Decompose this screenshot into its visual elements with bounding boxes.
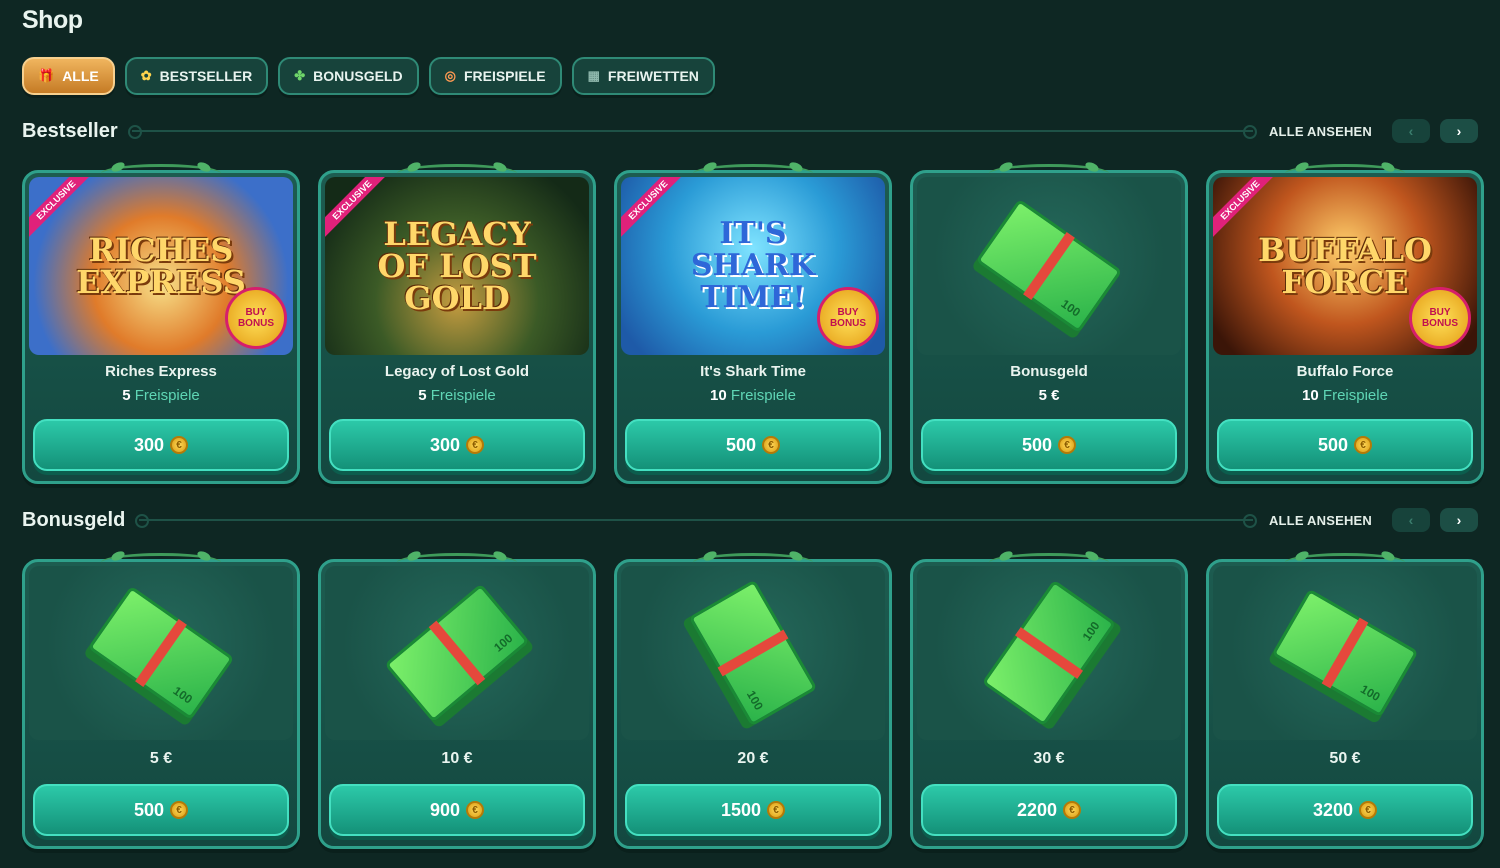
filter-label: ALLE bbox=[62, 68, 99, 84]
product-card[interactable]: 5 € 500€ bbox=[22, 553, 300, 849]
coin-icon: € bbox=[1058, 436, 1077, 454]
coin-icon: € bbox=[1354, 436, 1373, 454]
product-card[interactable]: EXCLUSIVE LEGACY OF LOST GOLD Legacy of … bbox=[318, 164, 596, 484]
filter-alle[interactable]: 🎁 ALLE bbox=[22, 57, 115, 95]
coin-icon: € bbox=[466, 801, 485, 819]
card-reward: 5 Freispiele bbox=[418, 387, 496, 404]
buy-button[interactable]: 2200 € bbox=[921, 784, 1177, 836]
filter-label: FREISPIELE bbox=[463, 68, 546, 84]
card-name: Bonusgeld bbox=[1010, 363, 1088, 380]
product-card[interactable]: EXCLUSIVE IT'S SHARK TIME! BUY BONUS It'… bbox=[614, 164, 892, 484]
buy-button[interactable]: 500 € bbox=[921, 419, 1177, 471]
buy-button[interactable]: 500 € bbox=[1217, 419, 1473, 471]
money-thumbnail bbox=[917, 566, 1181, 740]
card-amount: 10 € bbox=[441, 750, 473, 767]
game-thumbnail: EXCLUSIVE RICHES EXPRESS BUY BONUS bbox=[29, 177, 293, 355]
gift-icon: 🎁 bbox=[38, 68, 55, 83]
money-thumbnail bbox=[325, 566, 589, 740]
filter-bestseller[interactable]: ✿ BESTSELLER bbox=[124, 57, 269, 95]
money-thumbnail bbox=[621, 566, 885, 740]
ticket-icon: ▦ bbox=[587, 68, 600, 83]
card-reward: 5 Freispiele bbox=[122, 387, 200, 404]
bestseller-cards: EXCLUSIVE RICHES EXPRESS BUY BONUS Riche… bbox=[22, 164, 1484, 484]
card-name: Riches Express bbox=[105, 363, 217, 380]
buy-bonus-badge: BUY BONUS bbox=[817, 287, 879, 349]
cash-stack-icon bbox=[384, 583, 530, 723]
category-filters: 🎁 ALLE ✿ BESTSELLER ✤ BONUSGELD ◎ FREISP… bbox=[22, 57, 715, 95]
coin-icon: € bbox=[170, 801, 189, 819]
coin-icon: € bbox=[1359, 801, 1378, 819]
coin-icon: € bbox=[767, 801, 786, 819]
coin-icon: € bbox=[466, 436, 485, 454]
coin-icon: € bbox=[1063, 801, 1082, 819]
money-thumbnail bbox=[917, 177, 1181, 355]
product-card[interactable]: 30 € 2200€ bbox=[910, 553, 1188, 849]
card-amount: 20 € bbox=[737, 750, 769, 767]
filter-label: FREIWETTEN bbox=[607, 68, 699, 84]
product-card[interactable]: EXCLUSIVE BUFFALO FORCE BUY BONUS Buffal… bbox=[1206, 164, 1484, 484]
cash-stack-icon bbox=[87, 585, 235, 721]
filter-label: BONUSGELD bbox=[313, 68, 403, 84]
flame-icon: ✿ bbox=[140, 68, 152, 83]
cash-stack-icon bbox=[1271, 588, 1419, 718]
section-header-bonusgeld: Bonusgeld ALLE ANSEHEN ‹ › bbox=[22, 503, 1478, 537]
game-thumbnail: EXCLUSIVE LEGACY OF LOST GOLD bbox=[325, 177, 589, 355]
game-thumbnail: EXCLUSIVE BUFFALO FORCE BUY BONUS bbox=[1213, 177, 1477, 355]
chevron-left-icon[interactable]: ‹ bbox=[1392, 119, 1430, 143]
card-reward: 10 Freispiele bbox=[1302, 387, 1388, 404]
page-title: Shop bbox=[22, 6, 83, 34]
coin-icon: € bbox=[762, 436, 781, 454]
bonusgeld-cards: 5 € 500€ 10 € 900€ 20 € 1500€ 30 € 2200€… bbox=[22, 553, 1484, 849]
chevron-left-icon[interactable]: ‹ bbox=[1392, 508, 1430, 532]
cash-stack-icon bbox=[975, 198, 1123, 334]
section-header-bestseller: Bestseller ALLE ANSEHEN ‹ › bbox=[22, 114, 1478, 148]
section-divider bbox=[127, 125, 1258, 139]
product-card[interactable]: Bonusgeld 5 € 500€ bbox=[910, 164, 1188, 484]
card-amount: 30 € bbox=[1033, 750, 1065, 767]
buy-button[interactable]: 900 € bbox=[329, 784, 585, 836]
spin-icon: ◎ bbox=[444, 68, 456, 83]
card-name: It's Shark Time bbox=[700, 363, 806, 380]
cash-stack-icon bbox=[688, 579, 818, 727]
game-thumbnail: EXCLUSIVE IT'S SHARK TIME! BUY BONUS bbox=[621, 177, 885, 355]
section-divider bbox=[135, 514, 1257, 528]
game-logo: LEGACY OF LOST GOLD bbox=[377, 215, 537, 317]
buy-button[interactable]: 300 € bbox=[329, 419, 585, 471]
buy-button[interactable]: 3200 € bbox=[1217, 784, 1473, 836]
filter-freiwetten[interactable]: ▦ FREIWETTEN bbox=[571, 57, 715, 95]
buy-bonus-badge: BUY BONUS bbox=[225, 287, 287, 349]
card-reward: 5 € bbox=[1038, 387, 1060, 404]
card-name: Legacy of Lost Gold bbox=[384, 363, 530, 380]
chevron-right-icon[interactable]: › bbox=[1440, 508, 1478, 532]
buy-button[interactable]: 500 € bbox=[33, 784, 289, 836]
money-thumbnail bbox=[1213, 566, 1477, 740]
buy-button[interactable]: 300 € bbox=[33, 419, 289, 471]
card-name: Buffalo Force bbox=[1296, 363, 1394, 380]
card-reward: 10 Freispiele bbox=[710, 387, 796, 404]
buy-bonus-badge: BUY BONUS bbox=[1409, 287, 1471, 349]
buy-button[interactable]: 1500 € bbox=[625, 784, 881, 836]
product-card[interactable]: 10 € 900€ bbox=[318, 553, 596, 849]
product-card[interactable]: EXCLUSIVE RICHES EXPRESS BUY BONUS Riche… bbox=[22, 164, 300, 484]
filter-label: BESTSELLER bbox=[159, 68, 253, 84]
money-thumbnail bbox=[29, 566, 293, 740]
section-title: Bestseller bbox=[22, 119, 118, 142]
chevron-right-icon[interactable]: › bbox=[1440, 119, 1478, 143]
product-card[interactable]: 50 € 3200€ bbox=[1206, 553, 1484, 849]
card-amount: 50 € bbox=[1329, 750, 1361, 767]
see-all-link[interactable]: ALLE ANSEHEN bbox=[1269, 124, 1372, 139]
filter-bonusgeld[interactable]: ✤ BONUSGELD bbox=[278, 57, 419, 95]
cash-stack-icon bbox=[981, 579, 1117, 727]
section-title: Bonusgeld bbox=[22, 508, 126, 531]
see-all-link[interactable]: ALLE ANSEHEN bbox=[1269, 513, 1372, 528]
buy-button[interactable]: 500 € bbox=[625, 419, 881, 471]
filter-freispiele[interactable]: ◎ FREISPIELE bbox=[428, 57, 562, 95]
product-card[interactable]: 20 € 1500€ bbox=[614, 553, 892, 849]
card-amount: 5 € bbox=[149, 750, 173, 767]
coin-icon: € bbox=[170, 436, 189, 454]
cash-icon: ✤ bbox=[294, 68, 306, 83]
